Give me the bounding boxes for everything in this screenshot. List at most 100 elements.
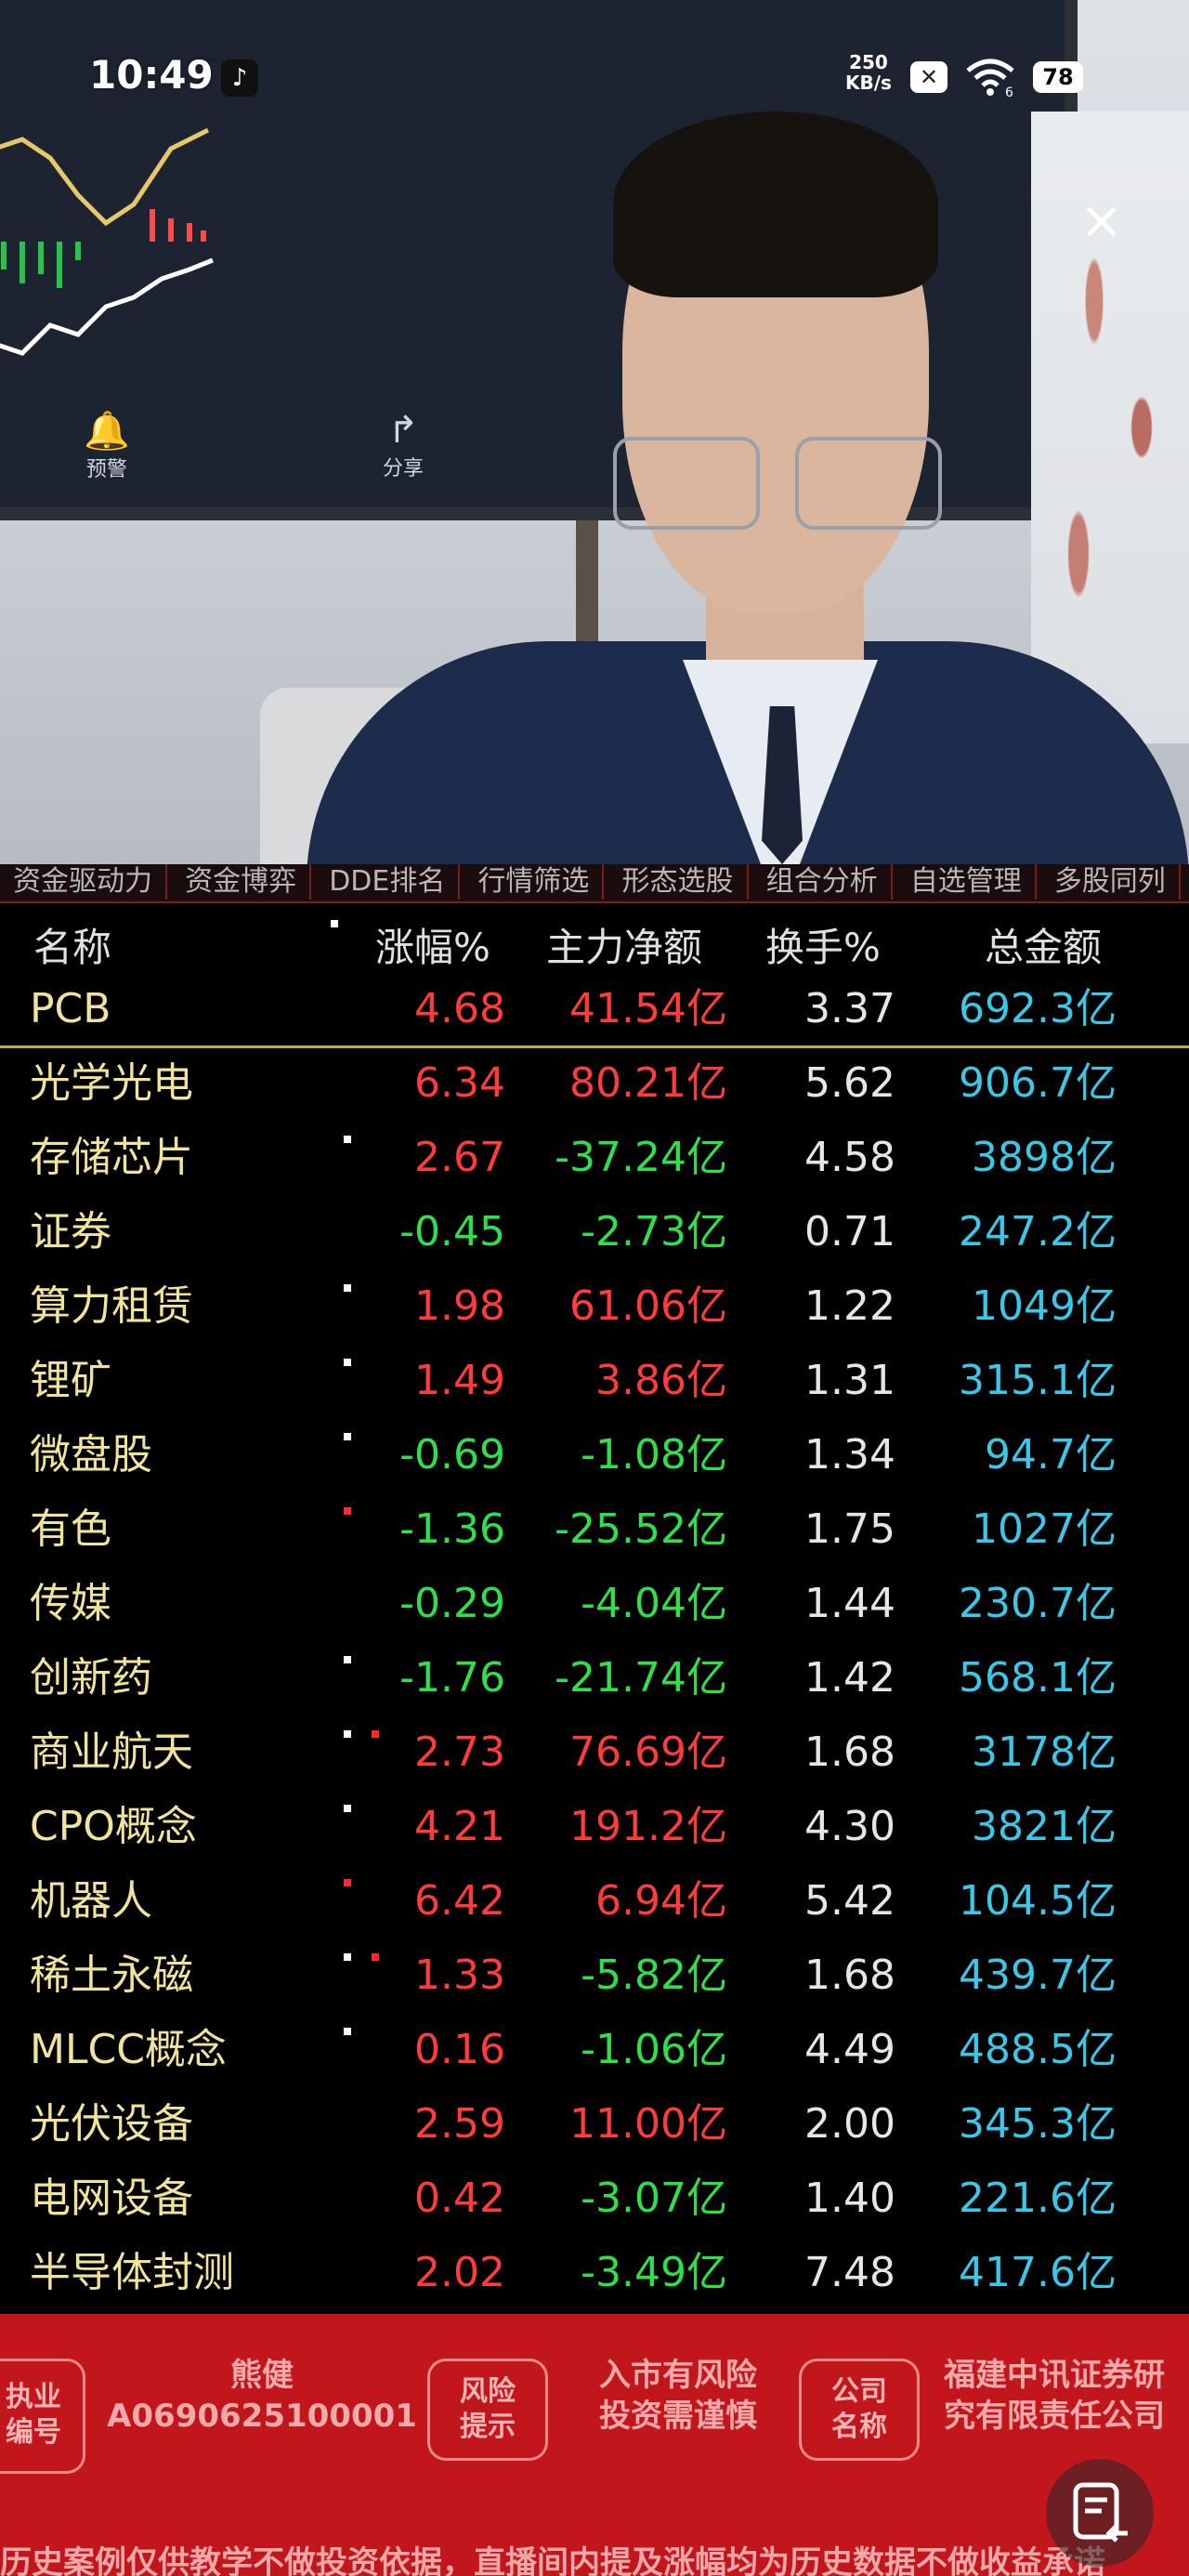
main-net-amount: 80.21亿 — [569, 1059, 727, 1107]
total-amount: 906.7亿 — [959, 1059, 1117, 1107]
table-header: 名称 涨幅% 主力净额 换手% 总金额 — [0, 903, 1189, 974]
total-amount: 94.7亿 — [985, 1431, 1117, 1479]
company-box: 公司 名称 — [799, 2359, 920, 2461]
table-row[interactable]: 微盘股 -0.69 -1.08亿 1.34 94.7亿 — [0, 1420, 1189, 1494]
change-pct: 4.21 — [414, 1803, 505, 1850]
total-amount: 488.5亿 — [959, 2026, 1117, 2073]
red-flag-dot — [344, 1507, 351, 1515]
header-change-pct[interactable]: 涨幅% — [375, 916, 490, 973]
sector-name: 半导体封测 — [30, 2249, 234, 2296]
sector-name: 传媒 — [30, 1580, 111, 1627]
total-amount: 568.1亿 — [959, 1654, 1117, 1702]
network-speed-value: 250 — [849, 51, 888, 73]
turnover-rate: 4.30 — [804, 1803, 895, 1850]
change-pct: -0.29 — [399, 1580, 505, 1627]
main-net-amount: -1.08亿 — [581, 1431, 727, 1479]
change-pct: 6.34 — [414, 1059, 505, 1107]
table-row[interactable]: MLCC概念 0.16 -1.06亿 4.49 488.5亿 — [0, 2015, 1189, 2089]
table-row[interactable]: PCB 4.68 41.54亿 3.37 692.3亿 — [0, 974, 1189, 1048]
total-amount: 692.3亿 — [959, 985, 1117, 1032]
disclaimer-ticker: 历史案例仅供教学不做投资依据，直播间内提及涨幅均为历史数据不做收益承诺 — [0, 2544, 1105, 2576]
company-text: 福建中讯证券研 究有限责任公司 — [944, 2357, 1165, 2435]
wifi-tag: 6 — [1005, 85, 1013, 99]
alert-bell-icon: 🔔 预警 — [84, 410, 130, 481]
turnover-rate: 4.49 — [804, 2026, 895, 2073]
table-row[interactable]: 有色 -1.36 -25.52亿 1.75 1027亿 — [0, 1494, 1189, 1569]
network-speed-unit: KB/s — [845, 72, 892, 94]
total-amount: 439.7亿 — [959, 1952, 1117, 1999]
total-amount: 221.6亿 — [959, 2175, 1117, 2222]
turnover-rate: 1.68 — [804, 1952, 895, 1999]
total-amount: 315.1亿 — [959, 1357, 1117, 1404]
main-net-amount: -37.24亿 — [555, 1134, 727, 1181]
main-net-amount: 191.2亿 — [569, 1803, 727, 1850]
table-row[interactable]: 锂矿 1.49 3.86亿 1.31 315.1亿 — [0, 1346, 1189, 1420]
white-flag-dot — [344, 1805, 351, 1812]
table-row[interactable]: 光学光电 6.34 80.21亿 5.62 906.7亿 — [0, 1048, 1189, 1123]
sector-name: 存储芯片 — [30, 1134, 193, 1181]
strip-item: 多股同列 — [1041, 864, 1181, 900]
table-row[interactable]: 半导体封测 2.02 -3.49亿 7.48 417.6亿 — [0, 2238, 1189, 2312]
sector-name: 光伏设备 — [30, 2100, 193, 2148]
turnover-rate: 1.31 — [804, 1357, 895, 1404]
header-main-net[interactable]: 主力净额 — [546, 916, 702, 973]
main-net-amount: 3.86亿 — [595, 1357, 727, 1404]
change-pct: 1.49 — [414, 1357, 505, 1404]
sector-name: 锂矿 — [30, 1357, 111, 1404]
table-row[interactable]: CPO概念 4.21 191.2亿 4.30 3821亿 — [0, 1792, 1189, 1866]
table-row[interactable]: 电网设备 0.42 -3.07亿 1.40 221.6亿 — [0, 2163, 1189, 2238]
strip-item: 资金博弈 — [172, 864, 312, 900]
presenter-info: 熊健 A0690625100001 — [104, 2355, 420, 2437]
sector-name: CPO概念 — [30, 1803, 197, 1850]
main-net-amount: -21.74亿 — [555, 1654, 727, 1702]
main-net-amount: 76.69亿 — [569, 1728, 727, 1776]
strip-item: 行情筛选 — [464, 864, 605, 900]
turnover-rate: 5.62 — [804, 1059, 895, 1107]
table-row[interactable]: 存储芯片 2.67 -37.24亿 4.58 3898亿 — [0, 1123, 1189, 1197]
strip-item: 组合分析 — [753, 864, 893, 900]
header-total-amount[interactable]: 总金额 — [985, 916, 1102, 973]
total-amount: 247.2亿 — [959, 1208, 1117, 1255]
total-amount: 1027亿 — [972, 1505, 1117, 1553]
main-net-amount: -1.06亿 — [581, 2026, 727, 2073]
turnover-rate: 5.42 — [804, 1877, 895, 1925]
table-row[interactable]: 机器人 6.42 6.94亿 5.42 104.5亿 — [0, 1866, 1189, 1940]
main-net-amount: -5.82亿 — [581, 1952, 727, 1999]
turnover-rate: 1.44 — [804, 1580, 895, 1627]
change-pct: 2.73 — [414, 1728, 505, 1776]
risk-text: 入市有风险 投资需谨慎 — [599, 2357, 757, 2435]
live-video[interactable]: 🔔 预警 ↱ 分享 × — [0, 0, 1189, 864]
table-row[interactable]: 创新药 -1.76 -21.74亿 1.42 568.1亿 — [0, 1643, 1189, 1717]
table-row[interactable]: 稀土永磁 1.33 -5.82亿 1.68 439.7亿 — [0, 1940, 1189, 2015]
compliance-banner: 执业 编号 熊健 A0690625100001 风险 提示 入市有风险 投资需谨… — [0, 2314, 1189, 2576]
change-pct: 1.98 — [414, 1282, 505, 1330]
sector-name: 有色 — [30, 1505, 111, 1553]
table-row[interactable]: 商业航天 2.73 76.69亿 1.68 3178亿 — [0, 1717, 1189, 1792]
presenter-name: 熊健 — [230, 2357, 294, 2394]
table-row[interactable]: 证券 -0.45 -2.73亿 0.71 247.2亿 — [0, 1197, 1189, 1271]
turnover-rate: 1.34 — [804, 1431, 895, 1479]
status-bar: 10:49 ♪ 250 KB/s ✕ 6 78 — [0, 46, 1189, 112]
header-name[interactable]: 名称 — [33, 916, 111, 973]
red-flag-dot — [372, 1953, 379, 1961]
change-pct: -0.45 — [399, 1208, 505, 1255]
turnover-rate: 4.58 — [804, 1134, 895, 1181]
clock: 10:49 — [89, 52, 214, 98]
turnover-rate: 1.75 — [804, 1505, 895, 1553]
battery-indicator: 78 — [1033, 61, 1083, 93]
floating-action-button[interactable] — [1046, 2459, 1154, 2567]
sector-name: 机器人 — [30, 1877, 152, 1925]
network-speed: 250 KB/s — [845, 52, 892, 93]
change-pct: 0.16 — [414, 2026, 505, 2073]
table-body: PCB 4.68 41.54亿 3.37 692.3亿 光学光电 6.34 80.21亿 5.6… — [0, 974, 1189, 2312]
header-turnover[interactable]: 换手% — [765, 916, 881, 973]
turnover-rate: 1.68 — [804, 1728, 895, 1776]
table-row[interactable]: 光伏设备 2.59 11.00亿 2.00 345.3亿 — [0, 2089, 1189, 2163]
cert-number: A0690625100001 — [107, 2398, 417, 2435]
turnover-rate: 1.40 — [804, 2175, 895, 2222]
sector-table: 名称 涨幅% 主力净额 换手% 总金额 PCB 4.68 41.54亿 3.37 692… — [0, 903, 1189, 2312]
main-net-amount: -25.52亿 — [555, 1505, 727, 1553]
table-row[interactable]: 算力租赁 1.98 61.06亿 1.22 1049亿 — [0, 1271, 1189, 1346]
table-row[interactable]: 传媒 -0.29 -4.04亿 1.44 230.7亿 — [0, 1569, 1189, 1643]
close-icon[interactable]: × — [1076, 195, 1128, 247]
